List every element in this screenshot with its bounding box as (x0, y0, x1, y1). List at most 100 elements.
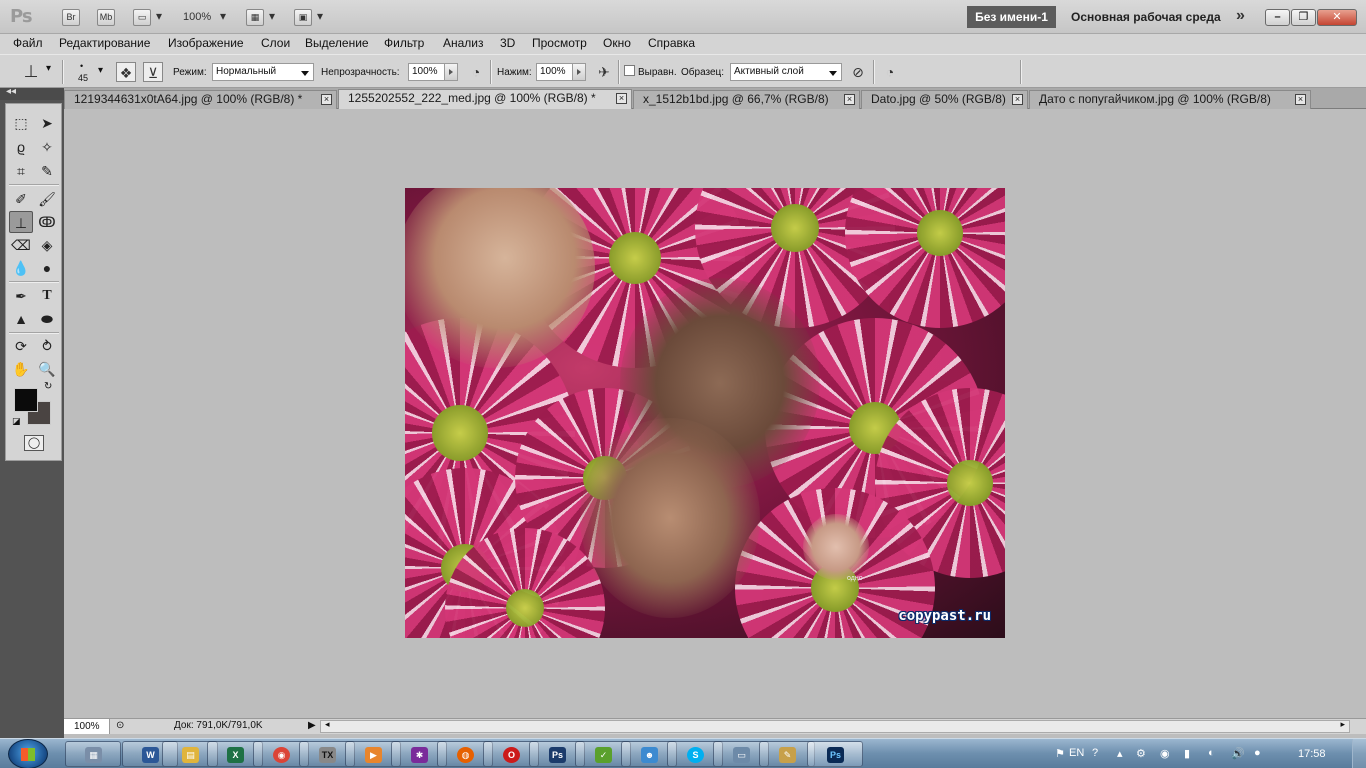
quick-mask-icon[interactable]: ◯ (24, 435, 44, 451)
taskbar-photoshop[interactable]: Ps (807, 741, 863, 767)
history-brush-tool-icon[interactable]: ↂ (35, 211, 59, 233)
network-icon[interactable]: ▮ (1184, 747, 1190, 760)
default-colors-icon[interactable]: ◪ (12, 416, 21, 427)
restore-button[interactable]: ❐ (1291, 9, 1316, 26)
marquee-tool-icon[interactable]: ⬚ (9, 112, 33, 134)
dodge-tool-icon[interactable]: ● (35, 257, 59, 279)
quick-selection-tool-icon[interactable]: ✧ (35, 136, 59, 158)
tab-document-2[interactable]: 1255202552_222_med.jpg @ 100% (RGB/8) * × (338, 89, 632, 109)
help-icon[interactable]: ? (1092, 747, 1098, 759)
volume-icon[interactable]: 🔊 (1231, 747, 1245, 760)
view-extras-dropdown-icon[interactable]: ▾ (156, 9, 162, 23)
zoom-level-display[interactable]: 100% (183, 11, 211, 23)
eyedropper-tool-icon[interactable]: ✎ (35, 160, 59, 182)
move-tool-icon[interactable]: ➤ (35, 112, 59, 134)
toolbox-header[interactable]: ◂◂ (0, 86, 64, 100)
ignore-adjustment-layers-icon[interactable]: ⊘ (848, 62, 868, 82)
menu-view[interactable]: Просмотр (532, 36, 587, 50)
arrange-dropdown-icon[interactable]: ▾ (269, 9, 275, 23)
collapse-toolbox-icon[interactable]: ◂◂ (6, 86, 16, 97)
menu-3d[interactable]: 3D (500, 36, 515, 50)
horizontal-scrollbar[interactable]: ◂ ▸ (320, 719, 1350, 733)
path-selection-tool-icon[interactable]: ▲ (9, 308, 33, 330)
status-zoom-input[interactable]: 100% (64, 719, 110, 734)
opacity-slider-button[interactable] (444, 63, 458, 81)
tray-expand-icon[interactable]: ▴ (1117, 747, 1123, 760)
3d-rotate-tool-icon[interactable]: ⟳ (9, 335, 33, 357)
tablet-pressure-size-icon[interactable]: ◔ (880, 62, 900, 82)
zoom-dropdown-icon[interactable]: ▾ (220, 9, 226, 23)
more-workspaces-icon[interactable]: » (1236, 7, 1245, 25)
eraser-tool-icon[interactable]: ⌫ (9, 234, 33, 256)
scroll-left-icon[interactable]: ◂ (325, 719, 330, 730)
crop-tool-icon[interactable]: ⌗ (9, 160, 33, 182)
flow-slider-button[interactable] (572, 63, 586, 81)
tab-document-5[interactable]: Дато с попугайчиком.jpg @ 100% (RGB/8) × (1029, 90, 1311, 109)
start-button[interactable] (8, 739, 48, 768)
close-tab-icon[interactable]: × (321, 94, 332, 105)
menu-image[interactable]: Изображение (168, 36, 244, 50)
language-indicator[interactable]: EN (1069, 747, 1084, 759)
tray-opera-icon[interactable]: ◉ (1160, 747, 1170, 760)
hand-tool-icon[interactable]: ✋ (9, 358, 33, 380)
view-extras-button[interactable]: ▭ (133, 9, 151, 26)
bridge-button[interactable]: Br (62, 9, 80, 26)
flow-input[interactable]: 100% (536, 63, 573, 81)
menu-analysis[interactable]: Анализ (443, 36, 484, 50)
brush-tool-icon[interactable]: 🖌 (35, 188, 59, 210)
healing-brush-tool-icon[interactable]: ✐ (9, 188, 33, 210)
menu-edit[interactable]: Редактирование (59, 36, 150, 50)
menu-help[interactable]: Справка (648, 36, 695, 50)
clone-stamp-preset-icon[interactable]: ⊥ (21, 62, 41, 82)
pen-tool-icon[interactable]: ✒ (9, 285, 33, 307)
close-button[interactable]: ✕ (1317, 9, 1357, 26)
menu-file[interactable]: Файл (13, 36, 43, 50)
show-desktop-button[interactable] (1352, 739, 1366, 768)
minimize-button[interactable]: – (1265, 9, 1290, 26)
menu-select[interactable]: Выделение (305, 36, 369, 50)
tab-document-1[interactable]: 1219344631x0tA64.jpg @ 100% (RGB/8) * × (64, 90, 337, 109)
opacity-input[interactable]: 100% (408, 63, 445, 81)
document-image[interactable]: одно copypast.ru (405, 188, 1005, 638)
tablet-pressure-opacity-icon[interactable]: ◔ (466, 62, 486, 82)
scroll-right-icon[interactable]: ▸ (1340, 719, 1345, 730)
tray-app-icon[interactable]: ◐ (1208, 747, 1215, 759)
paint-bucket-tool-icon[interactable]: ◈ (35, 234, 59, 256)
screen-mode-dropdown-icon[interactable]: ▾ (317, 9, 323, 23)
3d-orbit-tool-icon[interactable]: ⥁ (35, 335, 59, 357)
brush-panel-icon[interactable]: ❖ (116, 62, 136, 82)
vertical-scrollbar[interactable] (1354, 109, 1366, 718)
status-preview-icon[interactable]: ⊙ (116, 720, 124, 731)
close-tab-icon[interactable]: × (1295, 94, 1306, 105)
close-tab-icon[interactable]: × (616, 93, 627, 104)
foreground-color-swatch[interactable] (14, 388, 38, 412)
arrange-documents-button[interactable]: ▦ (246, 9, 264, 26)
zoom-tool-icon[interactable]: 🔍 (35, 358, 59, 380)
blur-tool-icon[interactable]: 💧 (9, 257, 33, 279)
workspace-switcher[interactable]: Основная рабочая среда (1071, 10, 1221, 24)
airbrush-icon[interactable]: ✈ (594, 62, 614, 82)
type-tool-icon[interactable]: T (35, 285, 59, 307)
ellipse-tool-icon[interactable]: ⬬ (35, 308, 59, 330)
status-menu-arrow-icon[interactable]: ▶ (308, 720, 316, 731)
tab-document-4[interactable]: Dato.jpg @ 50% (RGB/8) × (861, 90, 1028, 109)
tab-document-3[interactable]: x_1512b1bd.jpg @ 66,7% (RGB/8) × (633, 90, 860, 109)
system-clock[interactable]: 17:58 (1298, 748, 1326, 760)
swap-colors-icon[interactable]: ↻ (44, 381, 52, 392)
tool-preset-dropdown-icon[interactable]: ▾ (46, 63, 51, 74)
menu-filter[interactable]: Фильтр (384, 36, 424, 50)
close-tab-icon[interactable]: × (844, 94, 855, 105)
menu-layer[interactable]: Слои (261, 36, 290, 50)
close-tab-icon[interactable]: × (1012, 94, 1023, 105)
tray-settings-icon[interactable]: ⚙ (1136, 747, 1146, 760)
mode-select[interactable]: Нормальный (212, 63, 314, 81)
screen-mode-button[interactable]: ▣ (294, 9, 312, 26)
active-document-label[interactable]: Без имени-1 (967, 6, 1056, 28)
clone-stamp-tool-icon[interactable]: ⊥ (9, 211, 33, 233)
brush-picker-dropdown-icon[interactable]: ▾ (98, 65, 103, 76)
menu-window[interactable]: Окно (603, 36, 631, 50)
tray-avast-icon[interactable]: ● (1254, 747, 1261, 759)
aligned-checkbox[interactable] (624, 65, 635, 76)
minibridge-button[interactable]: Mb (97, 9, 115, 26)
clone-source-panel-icon[interactable]: ⊻ (143, 62, 163, 82)
